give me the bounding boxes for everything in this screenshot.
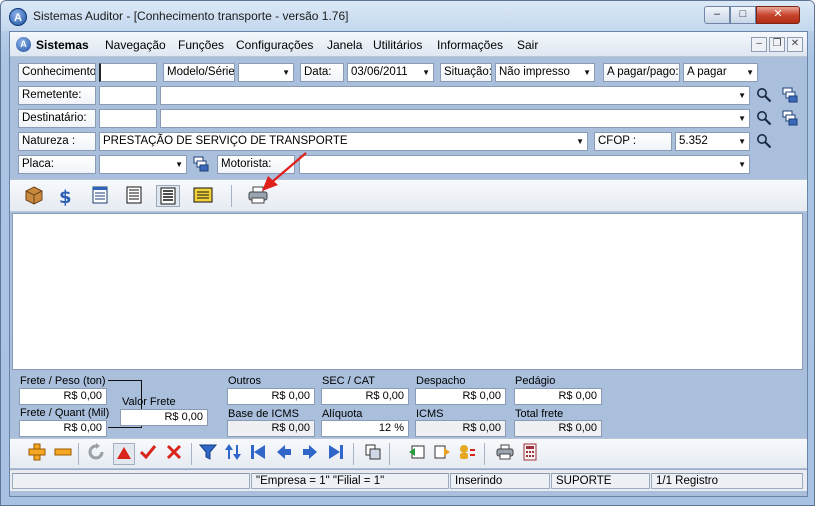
mdi-minimize-button[interactable]: – xyxy=(751,37,767,52)
mdi-restore-button[interactable]: ❐ xyxy=(769,37,785,52)
annotation-arrow xyxy=(262,152,307,191)
outros-label: Outros xyxy=(228,375,262,387)
user-list-icon[interactable] xyxy=(456,443,478,465)
app-window: A Sistemas Auditor - [Conhecimento trans… xyxy=(0,0,815,506)
data-date-picker[interactable]: 03/06/2011 xyxy=(347,63,434,82)
pedagio-label: Pedágio xyxy=(515,375,556,387)
filter-icon[interactable] xyxy=(197,443,219,465)
total-frete-value: R$ 0,00 xyxy=(514,420,602,437)
nav-separator xyxy=(484,443,485,465)
status-mode: Inserindo xyxy=(450,473,550,489)
nav-separator xyxy=(78,443,79,465)
sort-icon[interactable] xyxy=(222,443,244,465)
cfop-label: CFOP : xyxy=(594,132,672,151)
last-record-icon[interactable] xyxy=(325,443,347,465)
nav-separator xyxy=(353,443,354,465)
sec-cat-label: SEC / CAT xyxy=(322,375,375,387)
window-title: Sistemas Auditor - [Conhecimento transpo… xyxy=(33,9,349,23)
print-icon[interactable] xyxy=(494,443,516,465)
despacho-label: Despacho xyxy=(416,375,466,387)
cfop-select[interactable]: 5.352 xyxy=(675,132,750,151)
refresh-icon[interactable] xyxy=(85,443,107,465)
search-icon[interactable] xyxy=(755,87,773,105)
calculator-icon[interactable] xyxy=(519,443,541,465)
detail-panel[interactable] xyxy=(12,213,803,370)
next-record-icon[interactable] xyxy=(299,443,321,465)
search-icon[interactable] xyxy=(755,110,773,128)
outros-input[interactable]: R$ 0,00 xyxy=(227,388,315,405)
nav-separator xyxy=(191,443,192,465)
title-bar[interactable]: A Sistemas Auditor - [Conhecimento trans… xyxy=(1,1,814,31)
menu-informacoes[interactable]: Informações xyxy=(437,38,503,52)
nav-separator xyxy=(389,443,390,465)
icms-label: ICMS xyxy=(416,408,444,420)
copy-icon[interactable] xyxy=(362,443,384,465)
status-user: SUPORTE xyxy=(551,473,650,489)
despacho-input[interactable]: R$ 0,00 xyxy=(415,388,506,405)
mdi-client: A Sistemas Navegação Funções Configuraçõ… xyxy=(9,31,808,497)
icms-value: R$ 0,00 xyxy=(415,420,506,437)
delete-record-icon[interactable] xyxy=(52,443,74,465)
status-panel-blank xyxy=(12,473,250,489)
search-icon[interactable] xyxy=(755,133,773,151)
situacao-select[interactable]: Não impresso xyxy=(495,63,595,82)
menu-janela[interactable]: Janela xyxy=(327,38,362,52)
aliquota-label: Alíquota xyxy=(322,408,363,420)
app-logo-icon: A xyxy=(9,8,27,26)
aliquota-input[interactable]: 12 % xyxy=(321,420,409,437)
frete-quant-label: Frete / Quant (Mil) xyxy=(20,407,110,419)
minimize-button[interactable]: – xyxy=(704,6,730,24)
maximize-button[interactable]: □ xyxy=(730,6,756,24)
confirm-icon[interactable] xyxy=(137,443,159,465)
cancel-icon[interactable] xyxy=(163,443,185,465)
sec-cat-input[interactable]: R$ 0,00 xyxy=(321,388,409,405)
apagar-select[interactable]: A pagar xyxy=(683,63,758,82)
base-icms-value: R$ 0,00 xyxy=(227,420,315,437)
import-icon[interactable] xyxy=(406,443,428,465)
navigation-bar xyxy=(10,438,807,468)
list-icon[interactable] xyxy=(781,110,799,128)
frete-peso-input[interactable]: R$ 0,00 xyxy=(19,388,107,405)
totals-area: Frete / Peso (ton) R$ 0,00 Frete / Quant… xyxy=(10,372,807,438)
export-icon[interactable] xyxy=(431,443,453,465)
first-up-icon[interactable] xyxy=(113,443,135,465)
pedagio-input[interactable]: R$ 0,00 xyxy=(514,388,602,405)
previous-record-icon[interactable] xyxy=(273,443,295,465)
situacao-label: Situação: xyxy=(440,63,492,82)
status-bar: "Empresa = 1" "Filial = 1" Inserindo SUP… xyxy=(10,469,807,491)
first-record-icon[interactable] xyxy=(247,443,269,465)
status-empresa-filial: "Empresa = 1" "Filial = 1" xyxy=(251,473,449,489)
apagar-label: A pagar/pago: xyxy=(603,63,680,82)
add-record-icon[interactable] xyxy=(26,443,48,465)
mdi-close-button[interactable]: ✕ xyxy=(787,37,803,52)
valor-frete-input[interactable]: R$ 0,00 xyxy=(120,409,208,426)
menu-utilitarios[interactable]: Utilitários xyxy=(373,38,422,52)
total-frete-label: Total frete xyxy=(515,408,564,420)
menu-sair[interactable]: Sair xyxy=(517,38,538,52)
close-button[interactable]: ✕ xyxy=(756,6,800,24)
valor-frete-label: Valor Frete xyxy=(122,396,176,408)
list-icon[interactable] xyxy=(781,87,799,105)
frete-quant-input[interactable]: R$ 0,00 xyxy=(19,420,107,437)
status-records: 1/1 Registro xyxy=(651,473,803,489)
frete-peso-label: Frete / Peso (ton) xyxy=(20,375,106,387)
base-icms-label: Base de ICMS xyxy=(228,408,299,420)
motorista-select[interactable] xyxy=(299,155,750,174)
